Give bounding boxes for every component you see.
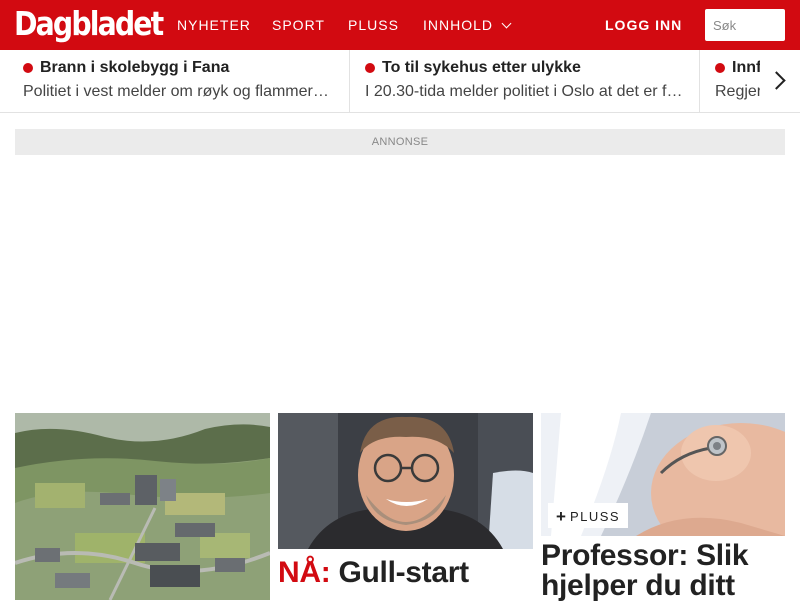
search-input[interactable]	[705, 9, 785, 41]
chevron-down-icon	[501, 18, 512, 29]
live-dot-icon	[715, 63, 725, 73]
article-card[interactable]	[15, 413, 270, 600]
chevron-right-icon	[767, 71, 786, 90]
pluss-badge-label: PLUSS	[569, 509, 621, 524]
news-ticker: Brann i skolebygg i Fana Politiet i vest…	[0, 50, 800, 113]
article-card[interactable]	[278, 413, 533, 549]
ticker-next-button[interactable]	[760, 50, 800, 112]
login-button[interactable]: LOGG INN	[605, 0, 682, 50]
live-dot-icon	[365, 63, 375, 73]
aerial-valley-campus-photo	[15, 413, 270, 600]
plus-icon: +	[556, 507, 566, 526]
headline-line: hjelper du ditt	[541, 569, 735, 602]
ticker-text: I 20.30-tida melder politiet i Oslo at d…	[365, 83, 685, 100]
nav-item-pluss[interactable]: PLUSS	[348, 0, 399, 50]
ticker-title: To til sykehus etter ulykke	[382, 59, 581, 76]
smiling-man-glasses-photo	[278, 413, 533, 549]
top-navigation-bar: Dagbladet NYHETER SPORT PLUSS INNHOLD LO…	[0, 0, 800, 50]
ticker-item[interactable]: To til sykehus etter ulykke I 20.30-tida…	[350, 50, 700, 112]
ad-label: ANNONSE	[15, 129, 785, 155]
live-lead: NÅ:	[278, 556, 331, 589]
dagbladet-logo[interactable]: Dagbladet	[14, 4, 164, 44]
ticker-text: Politiet i vest melder om røyk og flamme…	[23, 83, 333, 100]
pluss-badge: + PLUSS	[548, 503, 629, 528]
article-headline[interactable]: Professor: Slik hjelper du ditt	[541, 541, 785, 601]
nav-item-nyheter[interactable]: NYHETER	[177, 0, 251, 50]
headline-text: Gull-start	[338, 556, 469, 589]
ticker-title: Brann i skolebygg i Fana	[40, 59, 230, 76]
nav-item-innhold[interactable]: INNHOLD	[423, 0, 512, 50]
article-headline[interactable]: NÅ: Gull-start	[278, 558, 469, 588]
ticker-item[interactable]: Brann i skolebygg i Fana Politiet i vest…	[0, 50, 350, 112]
nav-item-sport[interactable]: SPORT	[272, 0, 325, 50]
nav-item-innhold-label: INNHOLD	[423, 17, 494, 33]
headline-line: Professor: Slik	[541, 539, 749, 572]
live-dot-icon	[23, 63, 33, 73]
